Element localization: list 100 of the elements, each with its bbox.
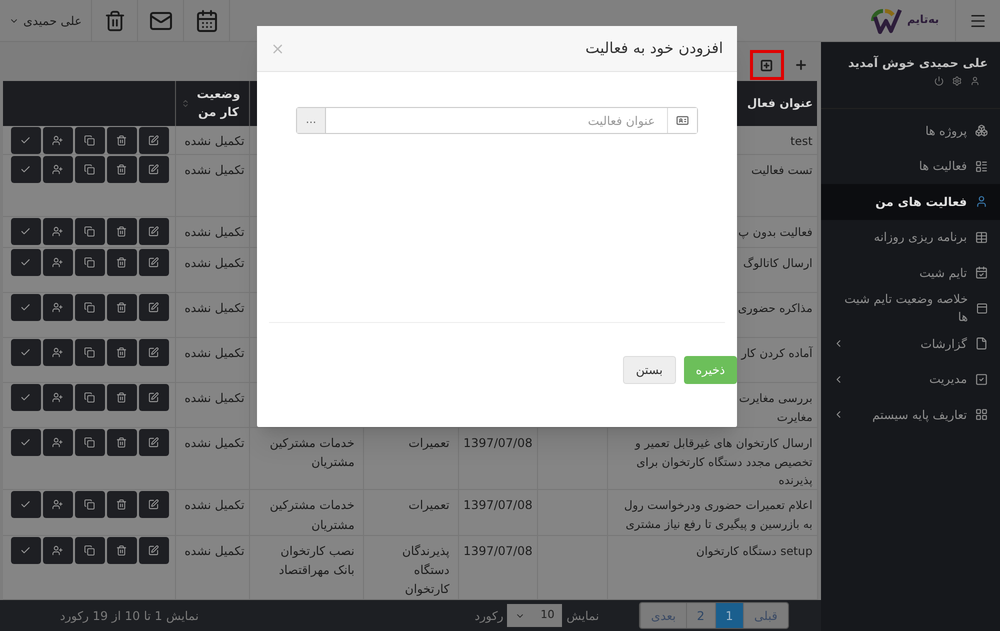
- copy-button[interactable]: [74, 429, 104, 456]
- delete-button[interactable]: [106, 384, 136, 412]
- complete-button[interactable]: [10, 536, 40, 564]
- edit-button[interactable]: [138, 429, 168, 456]
- sidebar-item[interactable]: مدیریت: [820, 362, 1000, 397]
- add-user-button[interactable]: [42, 536, 72, 564]
- trash-icon: [116, 257, 127, 268]
- table-cell: تکمیل نشده: [184, 225, 244, 240]
- browse-button[interactable]: ...: [297, 108, 326, 133]
- page-size-select[interactable]: 10: [507, 604, 562, 628]
- calendar-check-icon: [975, 266, 988, 280]
- delete-button[interactable]: [106, 491, 136, 518]
- user-icon: [970, 76, 980, 86]
- add-user-icon: [52, 226, 63, 238]
- complete-button[interactable]: [10, 491, 40, 518]
- table-cell-text: پذیرندگان دستگاه کارتخوان: [401, 542, 450, 598]
- copy-button[interactable]: [74, 384, 104, 412]
- activity-title-field[interactable]: عنوان فعالیت ...: [296, 107, 698, 134]
- column-header[interactable]: وضعیت کار من: [175, 80, 249, 126]
- sidebar-item[interactable]: فعالیت ها: [820, 148, 1000, 184]
- copy-button[interactable]: [74, 249, 104, 276]
- table-cell: تکمیل نشده: [184, 436, 244, 450]
- sidebar-item[interactable]: فعالیت های من: [820, 184, 1000, 220]
- complete-button[interactable]: [10, 249, 40, 276]
- id-card-icon: [676, 114, 689, 127]
- add-user-icon: [52, 544, 63, 556]
- copy-button[interactable]: [74, 126, 104, 154]
- table-cell-text: ارسال کارتخوان های غیرقابل تعمیر و تخصیص مجدد دستگاه کارتخوان برای پذیرنده: [634, 435, 812, 489]
- records-summary: نمایش 1 تا 10 از 19 رکورد: [60, 608, 199, 625]
- table-cell-text: خدمات مشترکین مشتریان: [268, 435, 354, 472]
- copy-button[interactable]: [74, 294, 104, 322]
- sidebar-item[interactable]: پروژه ها: [820, 113, 1000, 148]
- table-cell: تکمیل نشده: [184, 163, 244, 178]
- add-user-button[interactable]: [42, 384, 72, 412]
- delete-button[interactable]: [106, 429, 136, 456]
- page-button[interactable]: 1: [714, 603, 744, 628]
- complete-button[interactable]: [10, 339, 40, 366]
- edit-button[interactable]: [138, 126, 168, 154]
- complete-button[interactable]: [10, 218, 40, 246]
- sidebar-item[interactable]: تایم شیت: [820, 255, 1000, 290]
- edit-button[interactable]: [138, 384, 168, 412]
- edit-icon: [148, 544, 159, 556]
- add-user-button[interactable]: [42, 156, 72, 184]
- calendar-icon: [194, 8, 218, 32]
- add-square-button[interactable]: [750, 50, 784, 80]
- plus-icon: [794, 58, 808, 72]
- complete-button[interactable]: [10, 294, 40, 322]
- copy-button[interactable]: [74, 536, 104, 564]
- copy-button[interactable]: [74, 491, 104, 518]
- delete-button[interactable]: [106, 218, 136, 246]
- add-user-button[interactable]: [42, 429, 72, 456]
- edit-button[interactable]: [138, 249, 168, 276]
- trash-icon: [116, 544, 127, 556]
- add-user-button[interactable]: [42, 126, 72, 154]
- sidebar-item[interactable]: خلاصه وضعیت تایم شیت ها: [820, 290, 1000, 326]
- edit-button[interactable]: [138, 218, 168, 246]
- add-user-button[interactable]: [42, 491, 72, 518]
- copy-icon: [84, 499, 95, 510]
- complete-button[interactable]: [10, 126, 40, 154]
- add-user-button[interactable]: [42, 249, 72, 276]
- copy-icon: [84, 226, 95, 238]
- trash-icon: [116, 302, 127, 314]
- sidebar-item[interactable]: برنامه ریزی روزانه: [820, 220, 1000, 255]
- delete-button[interactable]: [106, 339, 136, 366]
- delete-button[interactable]: [106, 249, 136, 276]
- add-user-button[interactable]: [42, 218, 72, 246]
- table-cell: 1397/07/08: [463, 436, 532, 450]
- table-cell-text: نصب کارتخوان بانک مهراقتصاد: [278, 542, 354, 579]
- edit-button[interactable]: [138, 339, 168, 366]
- table-cell-text: مذاکره حضوری: [737, 300, 812, 318]
- edit-button[interactable]: [138, 156, 168, 184]
- sidebar-item[interactable]: گزارشات: [820, 326, 1000, 362]
- delete-button[interactable]: [106, 294, 136, 322]
- sidebar-item[interactable]: تعاریف پایه سیستم: [820, 397, 1000, 432]
- table-cell: تکمیل نشده: [184, 346, 244, 360]
- copy-button[interactable]: [74, 339, 104, 366]
- copy-button[interactable]: [74, 156, 104, 184]
- complete-button[interactable]: [10, 156, 40, 184]
- table-cell-text: خدمات مشترکین مشتریان: [268, 497, 354, 534]
- edit-button[interactable]: [138, 491, 168, 518]
- cubes-icon: [975, 124, 988, 138]
- complete-button[interactable]: [10, 429, 40, 456]
- delete-button[interactable]: [106, 536, 136, 564]
- close-dialog-button[interactable]: بستن: [622, 356, 676, 384]
- user-menu[interactable]: علی حمیدی: [0, 0, 92, 41]
- complete-button[interactable]: [10, 384, 40, 412]
- table-cell: 1397/07/08: [463, 498, 532, 512]
- check-icon: [20, 134, 31, 146]
- edit-icon: [148, 499, 159, 510]
- add-user-button[interactable]: [42, 339, 72, 366]
- delete-button[interactable]: [106, 156, 136, 184]
- edit-button[interactable]: [138, 294, 168, 322]
- add-user-button[interactable]: [42, 294, 72, 322]
- edit-button[interactable]: [138, 536, 168, 564]
- sort-icon: [180, 98, 190, 108]
- table-cell-text: فعالیت بدون پ: [737, 224, 812, 242]
- table-cell-text: آماده کردن کار: [740, 345, 812, 362]
- copy-button[interactable]: [74, 218, 104, 246]
- copy-icon: [84, 437, 95, 448]
- delete-button[interactable]: [106, 126, 136, 154]
